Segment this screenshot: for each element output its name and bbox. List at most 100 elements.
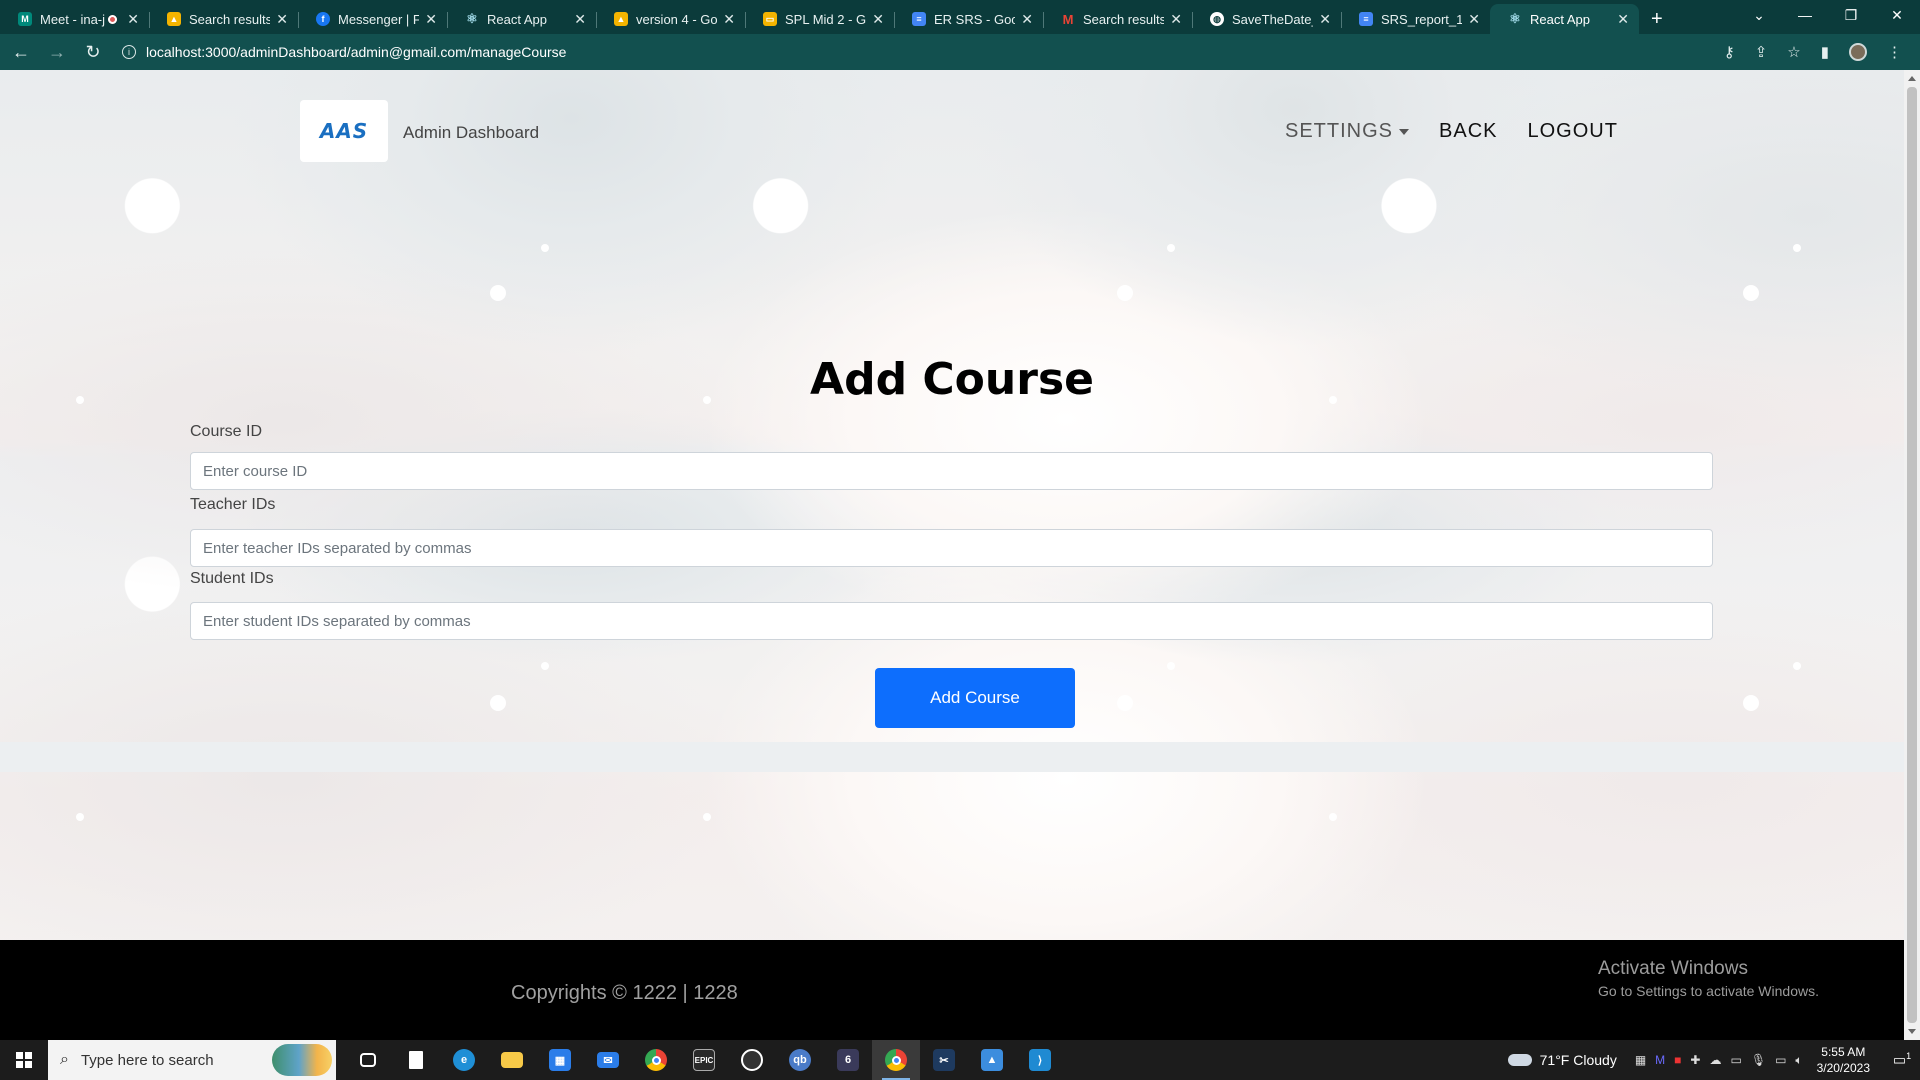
taskbar-app[interactable]: ✂	[920, 1040, 968, 1080]
file-icon	[409, 1051, 423, 1069]
reload-icon[interactable]: ↻	[78, 42, 108, 63]
taskbar-app[interactable]: 6	[824, 1040, 872, 1080]
taskbar-app[interactable]	[728, 1040, 776, 1080]
mail-icon: ✉	[597, 1052, 619, 1068]
close-icon[interactable]: ✕	[872, 11, 884, 28]
close-icon[interactable]: ✕	[1021, 11, 1033, 28]
settings-dropdown[interactable]: SETTINGS	[1285, 120, 1410, 143]
vertical-scrollbar[interactable]	[1904, 70, 1920, 1040]
browser-tab[interactable]: ▲ Search results - ✕	[149, 4, 298, 34]
profile-avatar[interactable]	[1849, 43, 1867, 61]
star-icon[interactable]: ☆	[1787, 43, 1800, 61]
task-view-button[interactable]	[344, 1040, 392, 1080]
tray-app-icon[interactable]: ■	[1674, 1053, 1681, 1068]
browser-tab[interactable]: ⚛ React App ✕	[447, 4, 596, 34]
taskbar-app[interactable]: ▲	[968, 1040, 1016, 1080]
close-icon[interactable]: ✕	[1617, 11, 1629, 28]
taskbar-search[interactable]: ⌕ Type here to search	[48, 1040, 336, 1080]
start-button[interactable]	[0, 1040, 48, 1080]
store-icon: ▦	[549, 1049, 571, 1071]
taskbar-app[interactable]: ▦	[536, 1040, 584, 1080]
volume-icon[interactable]: 🔈︎	[1795, 1053, 1802, 1068]
scroll-up-icon[interactable]	[1908, 76, 1916, 81]
globe-icon: ◍	[1210, 12, 1224, 26]
forward-arrow-icon[interactable]: →	[42, 42, 72, 63]
taskbar-app-active[interactable]	[872, 1040, 920, 1080]
scrollbar-thumb[interactable]	[1907, 87, 1917, 1023]
clock[interactable]: 5:55 AM 3/20/2023	[1817, 1044, 1870, 1076]
logo[interactable]: AAS	[300, 100, 388, 162]
brand-title[interactable]: Admin Dashboard	[403, 123, 539, 143]
weather-widget[interactable]: 71°F Cloudy	[1507, 1052, 1617, 1068]
tray-app-icon[interactable]: ▦	[1635, 1053, 1646, 1068]
close-icon[interactable]: ✕	[574, 11, 586, 28]
browser-tab[interactable]: ▭ SPL Mid 2 - Goo ✕	[745, 4, 894, 34]
browser-tab[interactable]: f Messenger | Fac ✕	[298, 4, 447, 34]
close-icon[interactable]: ✕	[723, 11, 735, 28]
back-link[interactable]: BACK	[1439, 120, 1497, 143]
tab-search-icon[interactable]: ⌄	[1736, 0, 1782, 30]
tray-app-icon[interactable]: ✚	[1690, 1053, 1700, 1068]
tray-app-icon[interactable]: M	[1655, 1053, 1665, 1068]
browser-tab[interactable]: M Meet - ina-j ✕	[0, 4, 149, 34]
close-icon[interactable]: ✕	[1468, 11, 1480, 28]
url-field[interactable]: i localhost:3000/adminDashboard/admin@gm…	[122, 38, 1724, 66]
tab-title: React App	[1530, 11, 1590, 27]
course-id-input[interactable]	[190, 452, 1713, 490]
taskbar-app[interactable]: ✉	[584, 1040, 632, 1080]
taskbar-app[interactable]: e	[440, 1040, 488, 1080]
taskbar-app[interactable]: EPIC	[680, 1040, 728, 1080]
minimize-button[interactable]: —	[1782, 0, 1828, 30]
back-arrow-icon[interactable]: ←	[6, 42, 36, 63]
watermark-subtitle: Go to Settings to activate Windows.	[1598, 983, 1819, 999]
share-icon[interactable]: ⇪	[1755, 43, 1768, 61]
taskbar-app[interactable]	[392, 1040, 440, 1080]
side-panel-icon[interactable]: ▮	[1821, 43, 1829, 61]
taskbar-apps: e ▦ ✉ EPIC qb 6 ✂ ▲ ⟩	[344, 1040, 1064, 1080]
taskbar-app[interactable]: qb	[776, 1040, 824, 1080]
microphone-icon[interactable]: 🎙︎	[1751, 1053, 1766, 1068]
browser-tab[interactable]: ≡ SRS_report_122 ✕	[1341, 4, 1490, 34]
browser-tab[interactable]: ≡ ER SRS - Googl ✕	[894, 4, 1043, 34]
key-icon[interactable]: ⚷	[1724, 43, 1735, 61]
tray-app-icon[interactable]: ☁	[1709, 1053, 1721, 1068]
tab-title: Search results -	[189, 11, 271, 27]
tray-icons: ▦ M ■ ✚ ☁ ▭ 🎙︎ ▭ 🔈︎	[1635, 1053, 1803, 1068]
add-course-button[interactable]: Add Course	[875, 668, 1075, 728]
close-icon[interactable]: ✕	[127, 11, 139, 28]
new-tab-button[interactable]: +	[1639, 4, 1675, 34]
logout-link[interactable]: LOGOUT	[1527, 120, 1617, 143]
navbar: AAS Admin Dashboard SETTINGS BACK LOGOUT	[0, 70, 1904, 180]
network-icon[interactable]: ▭	[1775, 1053, 1786, 1068]
close-icon[interactable]: ✕	[1319, 11, 1331, 28]
close-window-button[interactable]: ✕	[1874, 0, 1920, 30]
notification-button[interactable]: ▭1	[1884, 1051, 1920, 1069]
close-icon[interactable]: ✕	[276, 11, 288, 28]
taskbar-app[interactable]	[488, 1040, 536, 1080]
close-icon[interactable]: ✕	[425, 11, 437, 28]
student-ids-input[interactable]	[190, 602, 1713, 640]
search-icon: ⌕	[60, 1051, 69, 1068]
restore-button[interactable]: ❐	[1828, 0, 1874, 30]
scroll-down-icon[interactable]	[1908, 1029, 1916, 1034]
photos-icon: ▲	[981, 1049, 1003, 1071]
browser-tab[interactable]: M Search results - ✕	[1043, 4, 1192, 34]
tab-title: Meet - ina-j	[40, 11, 106, 27]
browser-tab[interactable]: ▲ version 4 - Goo ✕	[596, 4, 745, 34]
taskbar-app[interactable]: ⟩	[1016, 1040, 1064, 1080]
taskbar-app[interactable]	[632, 1040, 680, 1080]
url-text[interactable]: localhost:3000/adminDashboard/admin@gmai…	[146, 44, 566, 60]
browser-tab-active[interactable]: ⚛ React App ✕	[1490, 4, 1639, 34]
system-tray: 71°F Cloudy ▦ M ■ ✚ ☁ ▭ 🎙︎ ▭ 🔈︎ 5:55 AM …	[1507, 1040, 1920, 1080]
notification-icon: ▭	[1892, 1051, 1907, 1068]
browser-tab[interactable]: ◍ SaveTheDate_SI ✕	[1192, 4, 1341, 34]
info-icon[interactable]: i	[122, 45, 136, 59]
gmail-icon: M	[1062, 11, 1074, 27]
teacher-ids-group: Teacher IDs	[190, 493, 1713, 567]
menu-icon[interactable]: ⋮	[1887, 43, 1902, 61]
tray-app-icon[interactable]: ▭	[1730, 1053, 1741, 1068]
tab-title: Search results -	[1083, 11, 1165, 27]
close-icon[interactable]: ✕	[1170, 11, 1182, 28]
weather-text: 71°F Cloudy	[1539, 1052, 1617, 1068]
teacher-ids-input[interactable]	[190, 529, 1713, 567]
